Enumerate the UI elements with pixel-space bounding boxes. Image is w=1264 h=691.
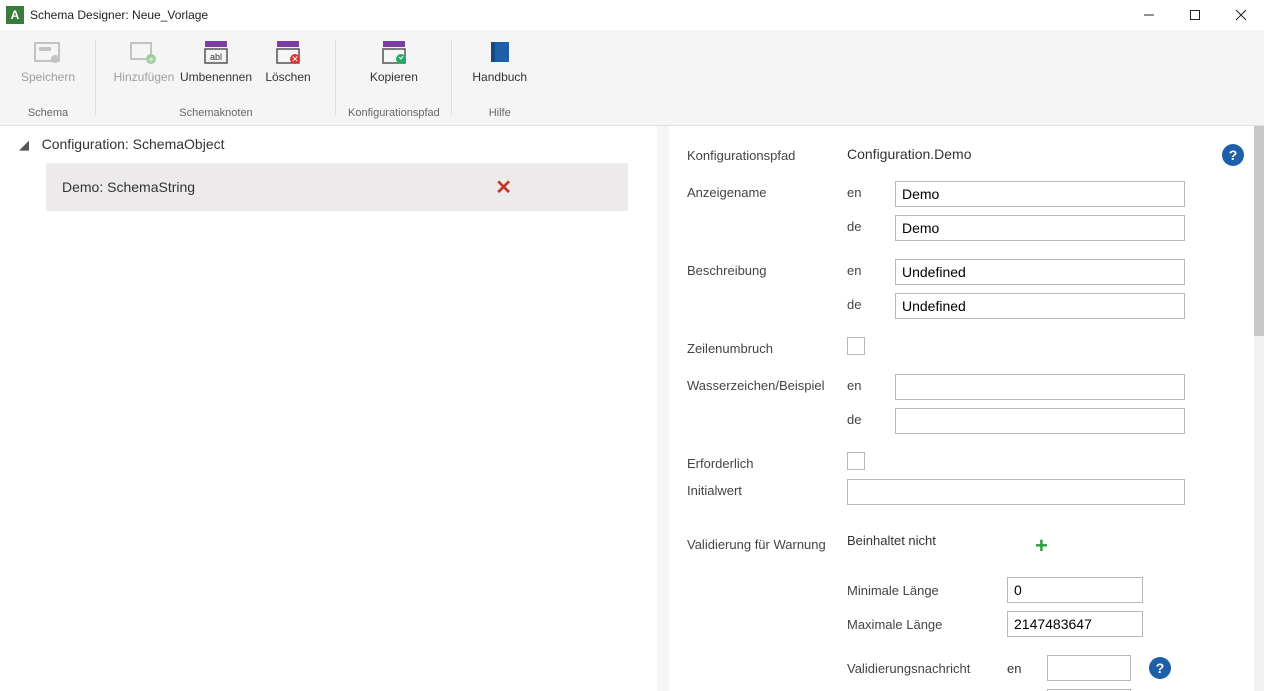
window-title: Schema Designer: Neue_Vorlage xyxy=(30,8,1126,22)
close-button[interactable] xyxy=(1218,0,1264,30)
ribbon-group-hilfe: Handbuch Hilfe xyxy=(452,30,548,125)
config-path-label: Konfigurationspfad xyxy=(687,144,847,163)
validation-label: Validierung für Warnung xyxy=(687,533,847,552)
delete-button[interactable]: ✕ Löschen xyxy=(252,36,324,84)
ribbon: SpeichernSchema+HinzufügenablUmbenennen✕… xyxy=(0,30,1264,126)
min-length-label: Minimale Länge xyxy=(847,583,1007,598)
initial-value-input[interactable] xyxy=(847,479,1185,505)
delete-icon: ✕ xyxy=(272,38,304,66)
validation-msg-en-input[interactable] xyxy=(1047,655,1131,681)
ribbon-group-label: Konfigurationspfad xyxy=(348,105,440,123)
tree-root-label: Configuration: SchemaObject xyxy=(42,136,225,152)
add-icon: + xyxy=(128,38,160,66)
description-de-input[interactable] xyxy=(895,293,1185,319)
config-path-value: Configuration.Demo xyxy=(847,144,972,162)
titlebar: A Schema Designer: Neue_Vorlage xyxy=(0,0,1264,30)
copy-icon xyxy=(378,38,410,66)
required-label: Erforderlich xyxy=(687,452,847,471)
initial-label: Initialwert xyxy=(687,479,847,498)
manual-button[interactable]: Handbuch xyxy=(464,36,536,84)
watermark-label: Wasserzeichen/Beispiel xyxy=(687,374,847,393)
rename-label: Umbenennen xyxy=(180,70,252,84)
watermark-de-input[interactable] xyxy=(895,408,1185,434)
add-validation-icon[interactable]: + xyxy=(1035,533,1048,559)
schema-tree-panel: ◢ Configuration: SchemaObject Demo: Sche… xyxy=(0,126,657,691)
description-en-input[interactable] xyxy=(895,259,1185,285)
display-name-de-input[interactable] xyxy=(895,215,1185,241)
minimize-button[interactable] xyxy=(1126,0,1172,30)
app-icon: A xyxy=(6,6,24,24)
wrap-checkbox[interactable] xyxy=(847,337,865,355)
lang-en-label: en xyxy=(847,181,895,200)
rename-button[interactable]: abl Umbenennen xyxy=(180,36,252,84)
ribbon-group-konfigurationspfad: Kopieren Konfigurationspfad xyxy=(336,30,452,125)
panel-divider xyxy=(657,126,669,691)
display-name-label: Anzeigename xyxy=(687,181,847,200)
ribbon-group-schemaknoten: + Hinzufügen abl Umbenennen ✕ Löschen Schemakn… xyxy=(96,30,336,125)
tree-item-label: Demo: SchemaString xyxy=(62,179,195,195)
ribbon-group-label: Schema xyxy=(28,105,68,123)
display-name-en-input[interactable] xyxy=(895,181,1185,207)
delete-label: Löschen xyxy=(265,70,310,84)
validation-type-value: Beinhaltet nicht xyxy=(847,533,1007,548)
required-checkbox[interactable] xyxy=(847,452,865,470)
copy-button[interactable]: Kopieren xyxy=(358,36,430,84)
save-button: Speichern xyxy=(12,36,84,84)
content-area: ◢ Configuration: SchemaObject Demo: Sche… xyxy=(0,126,1264,691)
tree-root-row[interactable]: ◢ Configuration: SchemaObject xyxy=(10,136,647,153)
lang-de-label: de xyxy=(847,215,895,234)
validation-help-icon[interactable]: ? xyxy=(1149,657,1171,679)
scrollbar-thumb[interactable] xyxy=(1254,126,1264,336)
add-button: + Hinzufügen xyxy=(108,36,180,84)
wrap-label: Zeilenumbruch xyxy=(687,337,847,356)
svg-text:✕: ✕ xyxy=(291,54,299,64)
max-length-input[interactable] xyxy=(1007,611,1143,637)
save-label: Speichern xyxy=(21,70,75,84)
manual-icon xyxy=(484,38,516,66)
max-length-label: Maximale Länge xyxy=(847,617,1007,632)
svg-text:+: + xyxy=(148,55,154,65)
help-icon[interactable]: ? xyxy=(1222,144,1244,166)
delete-node-icon[interactable]: ✕ xyxy=(495,175,512,200)
copy-label: Kopieren xyxy=(370,70,418,84)
properties-panel: ? Konfigurationspfad Configuration.Demo … xyxy=(669,126,1264,691)
watermark-en-input[interactable] xyxy=(895,374,1185,400)
ribbon-group-label: Hilfe xyxy=(489,105,511,123)
rename-icon: abl xyxy=(200,38,232,66)
ribbon-group-schema: Speichern Schema xyxy=(0,30,96,125)
description-label: Beschreibung xyxy=(687,259,847,278)
tree-item-demo[interactable]: Demo: SchemaString ✕ xyxy=(46,163,628,211)
min-length-input[interactable] xyxy=(1007,577,1143,603)
tree-collapse-icon[interactable]: ◢ xyxy=(18,137,30,153)
maximize-button[interactable] xyxy=(1172,0,1218,30)
manual-label: Handbuch xyxy=(472,70,527,84)
save-icon xyxy=(32,38,64,66)
add-label: Hinzufügen xyxy=(114,70,175,84)
ribbon-group-label: Schemaknoten xyxy=(179,105,252,123)
validation-msg-label: Validierungsnachricht xyxy=(847,661,1007,676)
window-controls xyxy=(1126,0,1264,30)
svg-text:abl: abl xyxy=(210,52,222,62)
